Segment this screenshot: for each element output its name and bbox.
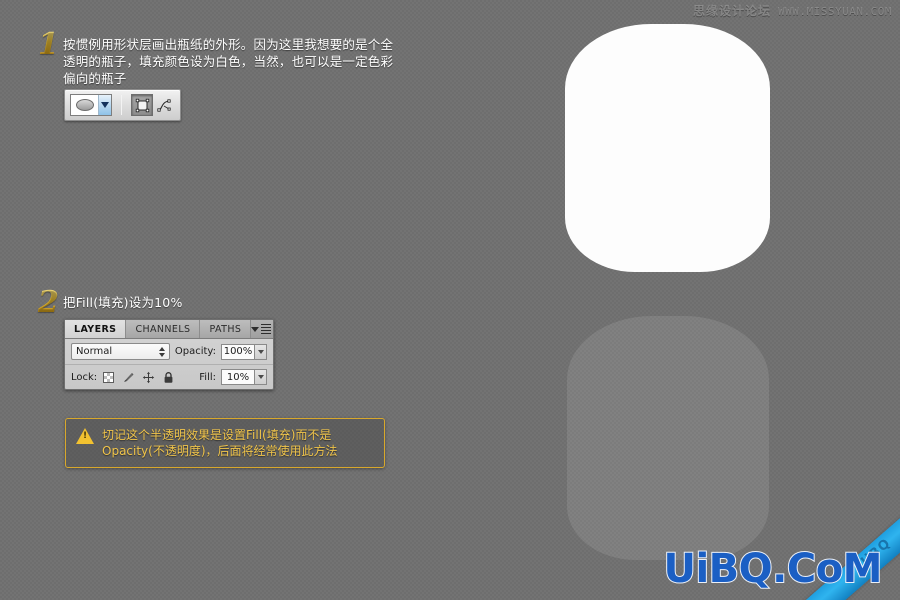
tab-layers[interactable]: LAYERS xyxy=(65,320,127,338)
lock-position-icon[interactable] xyxy=(142,371,155,384)
ellipse-shape-icon xyxy=(71,95,98,115)
opacity-value[interactable]: 100% xyxy=(221,343,255,360)
fill-dropdown-icon[interactable] xyxy=(255,369,267,385)
shape-layers-mode-button[interactable] xyxy=(131,94,153,116)
lock-label: Lock: xyxy=(71,371,98,383)
warning-text: 切记这个半透明效果是设置Fill(填充)而不是Opacity(不透明度)，后面将… xyxy=(102,428,338,458)
watermark-site-url: WWW.MISSYUAN.COM xyxy=(778,5,892,18)
shape-layers-icon xyxy=(135,98,149,112)
lock-image-pixels-icon[interactable] xyxy=(122,371,135,384)
blend-mode-chevrons-icon xyxy=(158,346,165,357)
warning-triangle-icon xyxy=(76,428,94,444)
step-text-2: 把Fill(填充)设为10% xyxy=(63,295,183,310)
lock-transparent-pixels-icon[interactable] xyxy=(102,371,115,384)
paths-mode-button[interactable] xyxy=(153,94,175,116)
tab-channels[interactable]: CHANNELS xyxy=(126,320,201,338)
watermark-site-name-cn: 思缘设计论坛 xyxy=(693,4,772,18)
shape-picker[interactable] xyxy=(70,94,112,116)
path-mode-group xyxy=(131,94,175,116)
panel-tab-bar: LAYERS CHANNELS PATHS xyxy=(65,320,273,339)
shape-picker-group[interactable] xyxy=(70,94,112,116)
paths-icon xyxy=(156,98,171,112)
opacity-label: Opacity: xyxy=(174,346,216,357)
options-separator xyxy=(121,95,122,115)
bottle-shape-white xyxy=(565,24,770,272)
lock-fill-row: Lock: Fill: 10% xyxy=(65,365,273,389)
step-text-1: 按惯例用形状层画出瓶纸的外形。因为这里我想要的是个全透明的瓶子，填充颜色设为白色… xyxy=(63,37,394,86)
bottle-shape-fill-10 xyxy=(567,316,769,560)
chevron-down-icon[interactable] xyxy=(98,95,111,115)
opacity-dropdown-icon[interactable] xyxy=(255,343,267,360)
panel-menu-icon[interactable] xyxy=(251,320,276,338)
step-number-2: 2 xyxy=(38,285,59,320)
tutorial-canvas: 思缘设计论坛 WWW.MISSYUAN.COM 1 按惯例用形状层画出瓶纸的外形… xyxy=(0,0,900,600)
watermark-top: 思缘设计论坛 WWW.MISSYUAN.COM xyxy=(693,2,892,19)
fill-field[interactable]: 10% xyxy=(221,369,267,385)
blend-mode-select[interactable]: Normal xyxy=(71,343,170,360)
step-number-1: 1 xyxy=(38,27,59,62)
opacity-field[interactable]: 100% xyxy=(221,343,267,360)
shape-tool-options-bar xyxy=(64,89,181,121)
blend-opacity-row: Normal Opacity: 100% xyxy=(65,339,273,365)
fill-label: Fill: xyxy=(199,371,216,383)
lock-all-icon[interactable] xyxy=(162,371,175,384)
warning-note: 切记这个半透明效果是设置Fill(填充)而不是Opacity(不透明度)，后面将… xyxy=(65,418,385,468)
lock-icon-group xyxy=(102,371,175,384)
layers-panel: LAYERS CHANNELS PATHS Normal Opacity: 10… xyxy=(64,319,274,390)
site-logo: UiBQ.CoM xyxy=(662,545,883,593)
blend-mode-value: Normal xyxy=(76,346,113,357)
fill-value[interactable]: 10% xyxy=(221,369,255,385)
tab-paths[interactable]: PATHS xyxy=(200,320,252,338)
